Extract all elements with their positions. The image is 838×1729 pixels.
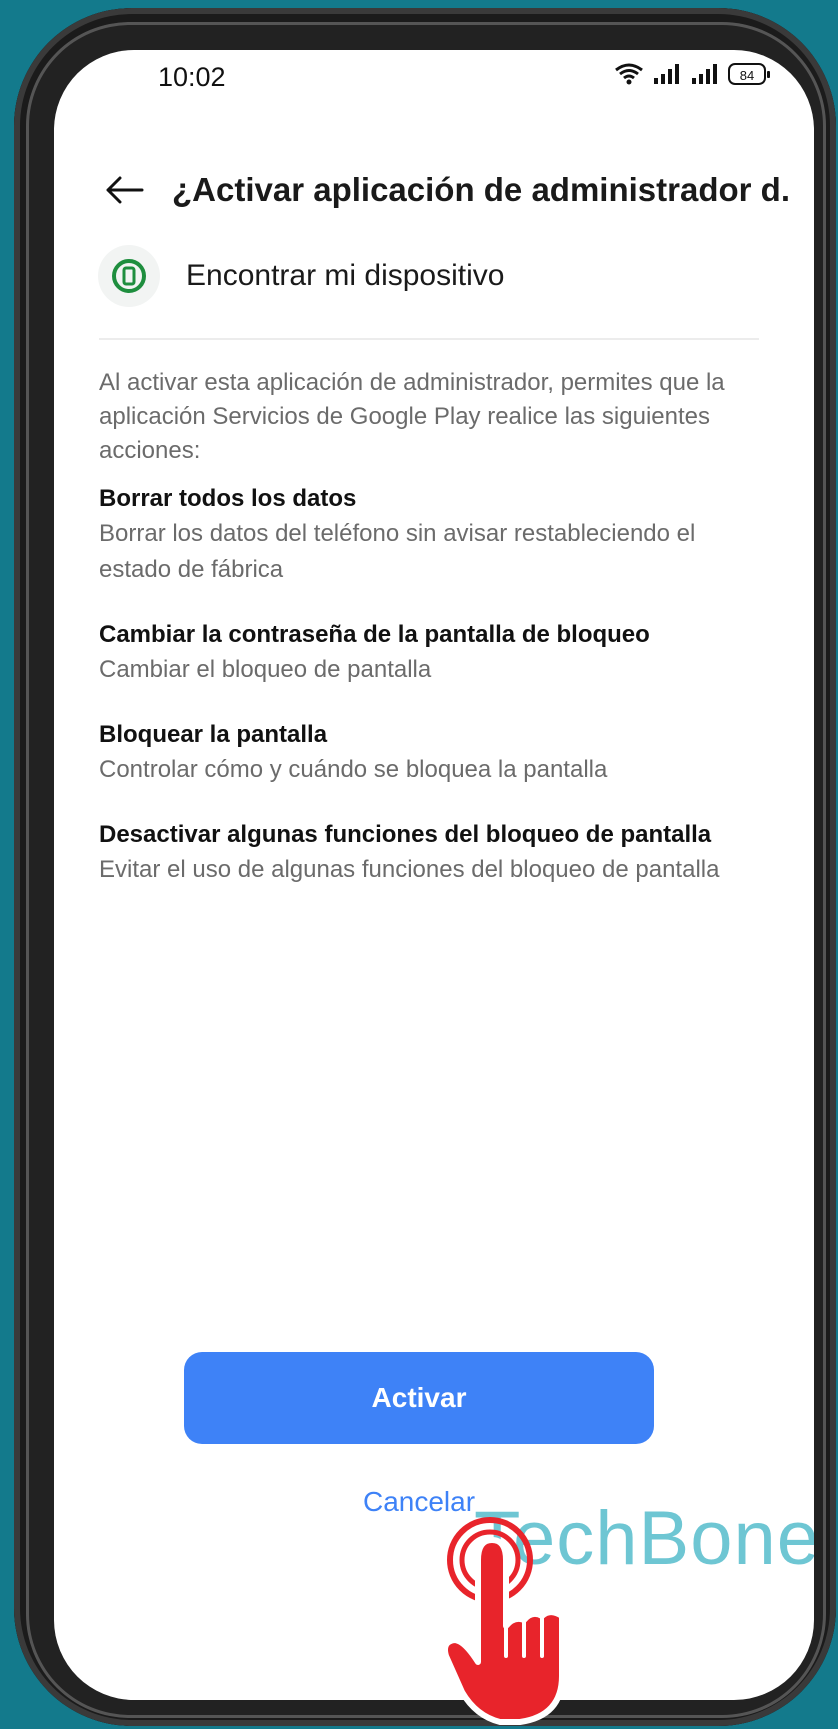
title-bar: ¿Activar aplicación de administrador d..… [94, 160, 814, 220]
permission-title: Desactivar algunas funciones del bloqueo… [99, 821, 712, 848]
permission-title: Cambiar la contraseña de la pantalla de … [99, 621, 650, 648]
permission-title: Bloquear la pantalla [99, 721, 328, 748]
signal-icon [654, 64, 679, 84]
activate-button[interactable]: Activar [184, 1352, 654, 1444]
permission-title: Borrar todos los datos [99, 485, 357, 512]
permission-description: Cambiar el bloqueo de pantalla [99, 656, 432, 683]
status-time: 10:02 [158, 62, 226, 92]
tap-hand-icon [442, 1517, 565, 1725]
app-name: Encontrar mi dispositivo [186, 259, 505, 292]
permission-description: Controlar cómo y cuándo se bloquea la pa… [99, 756, 608, 783]
permission-item: Bloquear la pantalla Controlar cómo y cu… [99, 718, 769, 788]
permission-item: Desactivar algunas funciones del bloqueo… [99, 818, 769, 888]
signal-icon [692, 64, 717, 84]
screen: 10:02 84 ¿Activar aplicación de administ… [54, 50, 814, 1700]
battery-icon: 84 [728, 63, 770, 85]
permission-description: Evitar el uso de algunas funciones del b… [99, 856, 720, 883]
page-title: ¿Activar aplicación de administrador d..… [172, 171, 792, 208]
permission-item: Cambiar la contraseña de la pantalla de … [99, 618, 769, 688]
app-row: Encontrar mi dispositivo [98, 245, 758, 307]
status-bar: 10:02 84 [54, 50, 814, 110]
divider [99, 338, 759, 340]
permission-item: Borrar todos los datos Borrar los datos … [99, 482, 769, 588]
find-my-device-icon [98, 245, 160, 307]
intro-text: Al activar esta aplicación de administra… [99, 369, 725, 464]
back-arrow-icon[interactable] [94, 160, 154, 220]
permission-list: Borrar todos los datos Borrar los datos … [99, 482, 769, 918]
wifi-icon [615, 63, 643, 85]
status-icons: 84 [614, 62, 770, 86]
permission-description: Borrar los datos del teléfono sin avisar… [99, 520, 696, 583]
